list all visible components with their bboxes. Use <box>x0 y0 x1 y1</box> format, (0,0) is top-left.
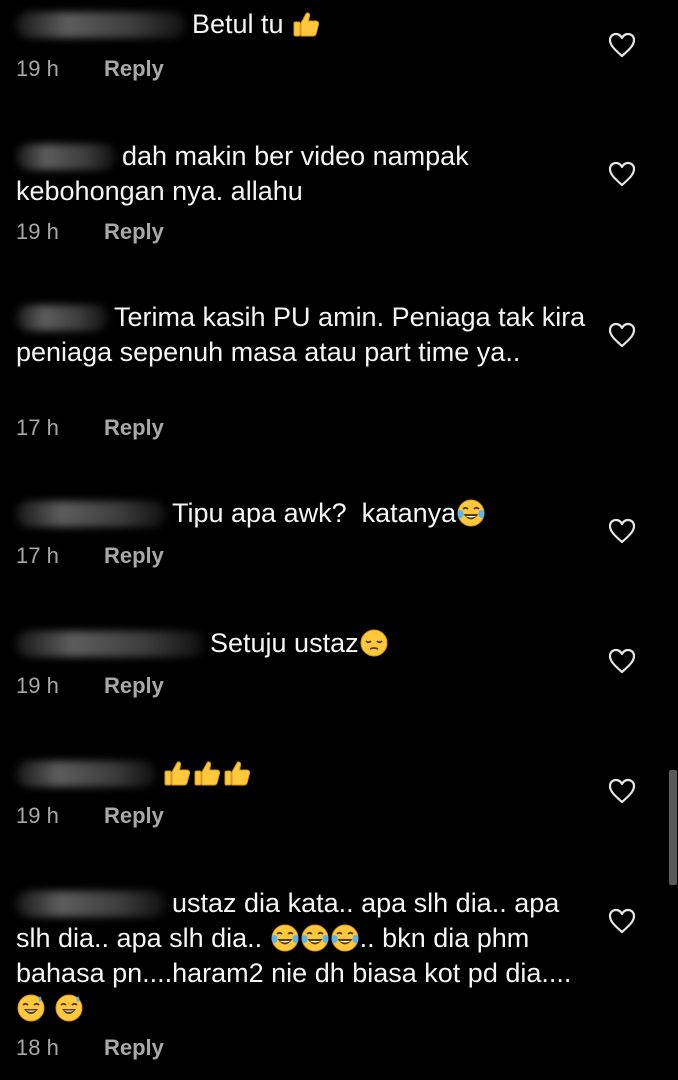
laughing-emoji-icon <box>456 498 486 528</box>
sweat-smile-emoji-icon <box>54 993 84 1023</box>
reply-button[interactable]: Reply <box>104 415 164 440</box>
heart-outline-icon[interactable] <box>608 908 636 934</box>
thumbs-up-emoji-icon <box>291 9 321 39</box>
comment-meta: 19 h Reply <box>16 673 164 699</box>
blurred-username <box>16 12 186 38</box>
comment-time: 19 h <box>16 56 59 81</box>
blurred-username <box>16 761 156 787</box>
heart-outline-icon[interactable] <box>608 518 636 544</box>
blurred-username <box>16 144 116 170</box>
comment-meta: 19 h Reply <box>16 803 164 829</box>
comment-text: Tipu apa awk? katanya <box>16 496 596 531</box>
comment-meta: 17 h Reply <box>16 415 164 441</box>
blurred-username <box>16 305 108 331</box>
comment-text: dah makin ber video nampak kebohongan ny… <box>16 141 469 206</box>
reply-button[interactable]: Reply <box>104 543 164 568</box>
reply-button[interactable]: Reply <box>104 1035 164 1060</box>
comment-meta: 17 h Reply <box>16 543 164 569</box>
comment-text: Betul tu <box>16 7 596 42</box>
sweat-smile-emoji-icon <box>16 993 46 1023</box>
thumbs-up-emoji-icon <box>162 758 192 788</box>
scrollbar-thumb[interactable] <box>669 770 677 885</box>
comment-time: 18 h <box>16 1035 59 1060</box>
laughing-emoji-icon <box>300 923 330 953</box>
reply-button[interactable]: Reply <box>104 803 164 828</box>
heart-outline-icon[interactable] <box>608 648 636 674</box>
heart-outline-icon[interactable] <box>608 161 636 187</box>
blurred-username <box>16 631 204 657</box>
blurred-username <box>16 891 166 917</box>
comment-time: 19 h <box>16 673 59 698</box>
heart-outline-icon[interactable] <box>608 322 636 348</box>
comment-time: 17 h <box>16 543 59 568</box>
thumbs-up-emoji-icon <box>222 758 252 788</box>
comment-text <box>16 756 596 791</box>
comment-meta: 18 h Reply <box>16 1035 164 1061</box>
laughing-emoji-icon <box>270 923 300 953</box>
reply-button[interactable]: Reply <box>104 56 164 81</box>
pensive-face-emoji-icon <box>359 628 389 658</box>
comment-time: 17 h <box>16 415 59 440</box>
comment-meta: 19 h Reply <box>16 219 164 245</box>
thumbs-up-emoji-icon <box>192 758 222 788</box>
reply-button[interactable]: Reply <box>104 673 164 698</box>
laughing-emoji-icon <box>330 923 360 953</box>
heart-outline-icon[interactable] <box>608 32 636 58</box>
comment-meta: 19 h Reply <box>16 56 164 82</box>
comment-text: ustaz dia kata.. apa slh dia.. apa slh d… <box>16 886 596 1026</box>
comment-time: 19 h <box>16 803 59 828</box>
comment-item: Betul tu 19 h Reply <box>0 0 678 100</box>
blurred-username <box>16 501 166 527</box>
comment-time: 19 h <box>16 219 59 244</box>
comment-text: Terima kasih PU amin. Peniaga tak kira p… <box>16 302 586 367</box>
heart-outline-icon[interactable] <box>608 778 636 804</box>
comment-text: Setuju ustaz <box>16 626 596 661</box>
reply-button[interactable]: Reply <box>104 219 164 244</box>
